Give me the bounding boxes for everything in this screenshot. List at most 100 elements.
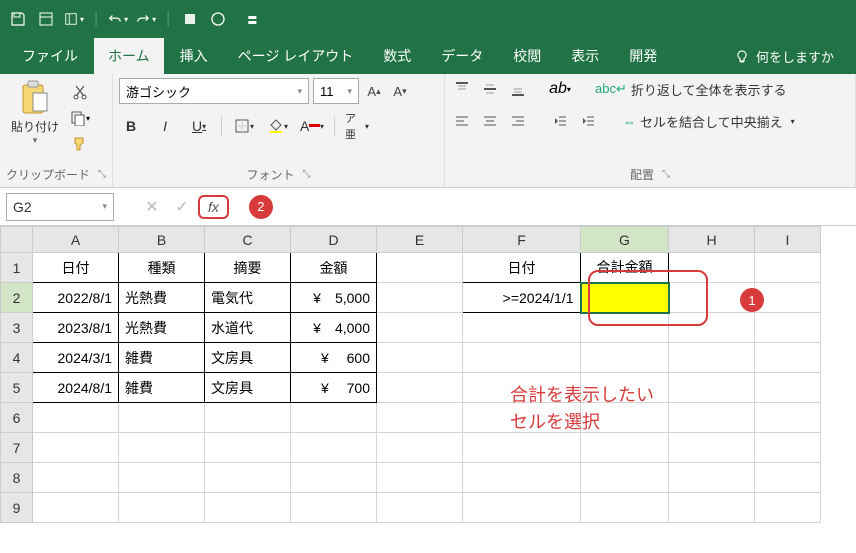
col-header[interactable]: E	[377, 227, 463, 253]
col-header[interactable]: I	[755, 227, 821, 253]
cell[interactable]	[205, 403, 291, 433]
col-header[interactable]: H	[669, 227, 755, 253]
cell[interactable]: 種類	[119, 253, 205, 283]
cell[interactable]	[755, 253, 821, 283]
cell[interactable]: 2023/8/1	[33, 313, 119, 343]
cell[interactable]	[377, 343, 463, 373]
font-color-button[interactable]: A▾	[300, 114, 324, 138]
clipboard-launcher-icon[interactable]: ⤡	[98, 169, 106, 180]
cell[interactable]	[377, 373, 463, 403]
cell[interactable]	[377, 283, 463, 313]
cell[interactable]: 摘要	[205, 253, 291, 283]
bold-button[interactable]: B	[119, 114, 143, 138]
cell[interactable]	[377, 253, 463, 283]
cell[interactable]	[581, 463, 669, 493]
paste-button[interactable]	[17, 78, 53, 118]
cell[interactable]: ¥ 600	[291, 343, 377, 373]
cell[interactable]	[377, 493, 463, 523]
cell[interactable]: 光熱費	[119, 283, 205, 313]
cell[interactable]: 光熱費	[119, 313, 205, 343]
row-header[interactable]: 7	[1, 433, 33, 463]
wrap-text-button[interactable]: abc↵折り返して全体を表示する	[595, 80, 786, 99]
cell[interactable]: 2024/3/1	[33, 343, 119, 373]
align-top-icon[interactable]	[451, 78, 473, 100]
cell[interactable]	[669, 463, 755, 493]
cell[interactable]	[377, 433, 463, 463]
cell[interactable]	[669, 253, 755, 283]
font-launcher-icon[interactable]: ⤡	[303, 169, 311, 180]
cell[interactable]	[205, 433, 291, 463]
insert-function-button[interactable]: fx	[198, 195, 229, 219]
cell[interactable]	[377, 313, 463, 343]
orientation-icon[interactable]: ab▾	[549, 78, 571, 100]
cell[interactable]	[755, 373, 821, 403]
redo-icon[interactable]: ▾	[136, 9, 156, 29]
tab-developer[interactable]: 開発	[615, 38, 671, 74]
cell[interactable]	[755, 493, 821, 523]
cell[interactable]	[119, 433, 205, 463]
cell[interactable]	[205, 463, 291, 493]
cell[interactable]: ¥ 5,000	[291, 283, 377, 313]
align-right-icon[interactable]	[507, 110, 529, 132]
cancel-icon[interactable]: ✕	[138, 193, 166, 221]
cell[interactable]: 合計金額	[581, 253, 669, 283]
cut-button[interactable]	[68, 82, 92, 102]
cell[interactable]	[755, 313, 821, 343]
worksheet-grid[interactable]: A B C D E F G H I 1 日付 種類 摘要 金額 日付 合計金額 …	[0, 226, 856, 523]
enter-icon[interactable]: ✓	[168, 193, 196, 221]
cell[interactable]	[119, 463, 205, 493]
tab-view[interactable]: 表示	[557, 38, 613, 74]
row-header[interactable]: 2	[1, 283, 33, 313]
cell[interactable]: 日付	[463, 253, 581, 283]
cell[interactable]: ¥ 4,000	[291, 313, 377, 343]
tab-file[interactable]: ファイル	[8, 38, 92, 74]
undo-icon[interactable]: ▾	[108, 9, 128, 29]
cell[interactable]: ¥ 700	[291, 373, 377, 403]
cell[interactable]: 水道代	[205, 313, 291, 343]
cell[interactable]	[669, 433, 755, 463]
col-header[interactable]: G	[581, 227, 669, 253]
row-header[interactable]: 5	[1, 373, 33, 403]
border-button[interactable]: ▾	[232, 114, 256, 138]
font-name-select[interactable]: 游ゴシック▾	[119, 78, 309, 104]
cell[interactable]	[669, 343, 755, 373]
decrease-font-icon[interactable]: A▾	[389, 80, 411, 102]
cell[interactable]	[463, 463, 581, 493]
qat-icon[interactable]	[36, 9, 56, 29]
row-header[interactable]: 6	[1, 403, 33, 433]
cell[interactable]	[291, 433, 377, 463]
cell[interactable]	[755, 403, 821, 433]
cell[interactable]	[377, 463, 463, 493]
cell[interactable]	[463, 493, 581, 523]
tab-insert[interactable]: 挿入	[166, 38, 222, 74]
cell[interactable]	[463, 433, 581, 463]
cell[interactable]: 文房具	[205, 343, 291, 373]
cell[interactable]: 金額	[291, 253, 377, 283]
cell[interactable]	[291, 463, 377, 493]
cell[interactable]	[755, 463, 821, 493]
cell[interactable]	[119, 493, 205, 523]
cell[interactable]	[755, 343, 821, 373]
cell[interactable]: 日付	[33, 253, 119, 283]
underline-button[interactable]: U ▾	[187, 114, 211, 138]
quickprint-icon[interactable]	[180, 9, 200, 29]
phonetic-button[interactable]: ア亜▾	[345, 114, 369, 138]
col-header[interactable]: D	[291, 227, 377, 253]
increase-indent-icon[interactable]	[577, 110, 599, 132]
cell[interactable]	[463, 343, 581, 373]
fill-color-button[interactable]: ▾	[266, 114, 290, 138]
cell[interactable]: 2024/8/1	[33, 373, 119, 403]
cell[interactable]	[377, 403, 463, 433]
row-header[interactable]: 9	[1, 493, 33, 523]
cell[interactable]	[119, 403, 205, 433]
selected-cell[interactable]	[581, 283, 669, 313]
save-icon[interactable]	[8, 9, 28, 29]
cell[interactable]	[291, 493, 377, 523]
cell[interactable]	[581, 493, 669, 523]
cell[interactable]: 文房具	[205, 373, 291, 403]
row-header[interactable]: 1	[1, 253, 33, 283]
align-center-icon[interactable]	[479, 110, 501, 132]
cell[interactable]: 雑費	[119, 373, 205, 403]
cell[interactable]	[33, 403, 119, 433]
format-painter-button[interactable]	[68, 134, 92, 154]
